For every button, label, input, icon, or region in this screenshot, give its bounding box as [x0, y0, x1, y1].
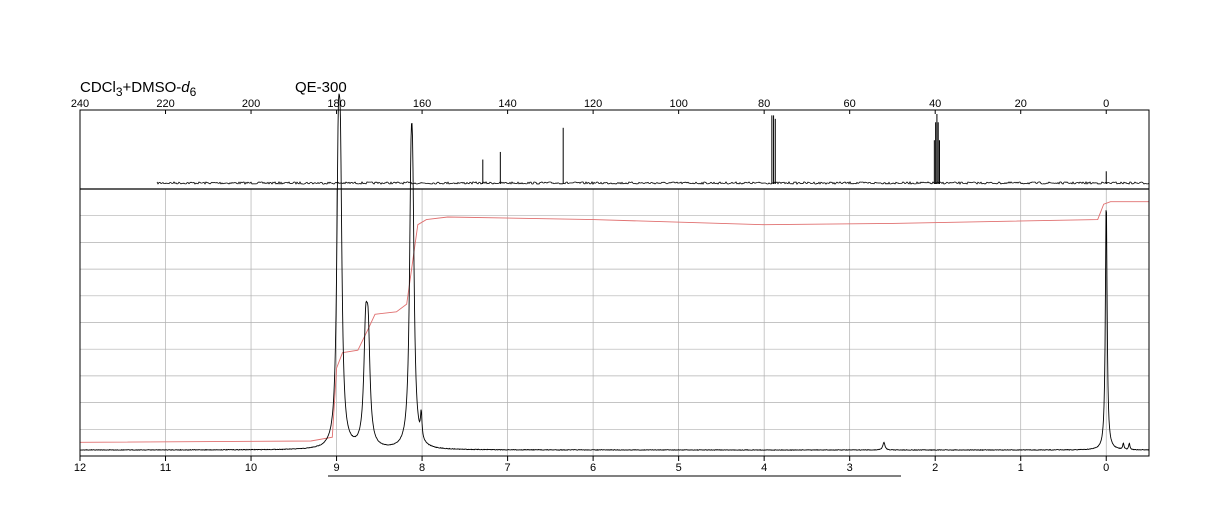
h1-spectrum-trace	[79, 93, 1150, 451]
h1-tick-label: 6	[590, 462, 596, 474]
h1-tick-label: 8	[419, 462, 425, 474]
h1-tick-label: 1	[1018, 462, 1024, 474]
c13-tick-label: 20	[1015, 98, 1027, 110]
h1-tick-label: 12	[74, 462, 86, 474]
plot-frame	[79, 109, 1150, 457]
c13-tick-label: 140	[498, 98, 516, 110]
solvent-label: CDCl3+DMSO-d6	[80, 79, 197, 99]
h1-ticks: 12 11 10 9 8 7 6 5 4 3 2 1 0	[74, 456, 1109, 477]
c13-panel: 240 220 200 180 160 140 120 100 80 60 40 20 0	[71, 98, 1150, 185]
h1-integral-curve	[79, 201, 1149, 443]
h1-tick-label: 5	[676, 462, 682, 474]
c13-tick-label: 240	[71, 98, 89, 110]
c13-tick-label: 180	[327, 98, 345, 110]
c13-tick-label: 220	[156, 98, 174, 110]
h1-tick-label: 3	[847, 462, 853, 474]
instrument-label: QE-300	[295, 79, 347, 96]
frame-border	[79, 109, 1150, 457]
solvent-sub2: 6	[190, 85, 197, 99]
h1-tick-label: 4	[761, 462, 767, 474]
solvent-mid: +DMSO-	[123, 79, 182, 96]
c13-tick-label: 120	[584, 98, 602, 110]
h1-tick-label: 11	[160, 462, 171, 474]
c13-tick-label: 80	[758, 98, 770, 110]
nmr-figure: CDCl3+DMSO-d6 QE-300 240 220 200 180 160 140 1…	[71, 79, 1150, 477]
h1-tick-label: 0	[1103, 462, 1109, 474]
h1-panel: 12 11 10 9 8 7 6 5 4 3 2 1 0	[74, 93, 1150, 477]
c13-tick-label: 160	[413, 98, 431, 110]
h1-tick-label: 9	[333, 462, 339, 474]
h1-integral	[79, 201, 1149, 443]
h1-tick-label: 7	[505, 462, 511, 474]
h1-tick-label: 2	[932, 462, 938, 474]
c13-tick-label: 100	[669, 98, 687, 110]
h1-spectrum	[79, 93, 1150, 451]
h1-tick-label: 10	[245, 462, 257, 474]
c13-spectrum	[156, 114, 1150, 185]
c13-tick-label: 60	[844, 98, 856, 110]
c13-tick-label: 40	[929, 98, 941, 110]
solvent-pre: CDCl	[80, 79, 116, 96]
c13-tick-label: 200	[242, 98, 260, 110]
c13-ticks: 240 220 200 180 160 140 120 100 80 60 40 20 0	[71, 98, 1109, 114]
h1-grid	[80, 189, 1149, 456]
c13-tick-label: 0	[1103, 98, 1109, 110]
c13-baseline	[156, 180, 1150, 185]
